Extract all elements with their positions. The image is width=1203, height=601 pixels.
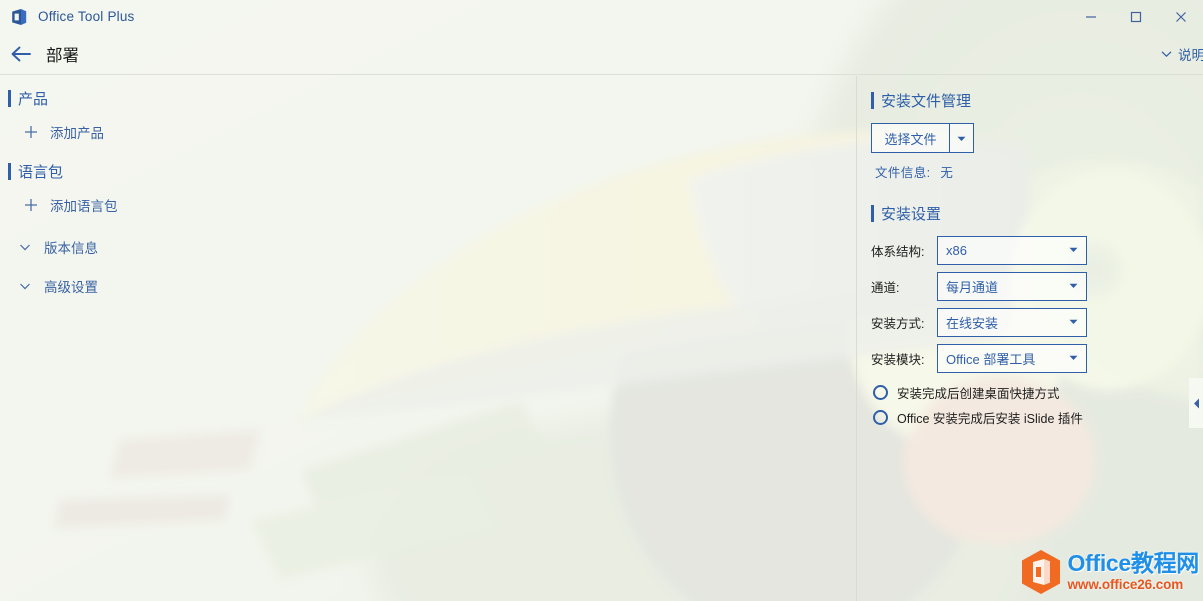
collapse-panel-tab[interactable] <box>1189 378 1203 428</box>
sidebar-item-label: 高级设置 <box>44 280 98 295</box>
chevron-down-icon <box>16 243 34 252</box>
right-pane: 安装文件管理 选择文件 文件信息: 无 安装设置 体系结构: x86 通道: 每… <box>857 76 1203 601</box>
plus-icon <box>22 198 40 212</box>
window-controls <box>1068 0 1203 33</box>
section-header-file-management: 安装文件管理 <box>871 90 1203 111</box>
arrow-left-icon <box>10 45 32 63</box>
form-row-install-module: 安装模块: Office 部署工具 <box>871 340 1203 376</box>
watermark-site-url: www.office26.com <box>1067 577 1184 593</box>
office-logo-icon <box>10 8 28 26</box>
install-mode-select[interactable]: 在线安装 <box>937 307 1087 337</box>
section-title: 安装设置 <box>881 206 942 223</box>
architecture-value: x86 <box>946 242 967 258</box>
sidebar-item-label: 版本信息 <box>44 241 98 256</box>
toggle-label: Office 安装完成后安装 iSlide 插件 <box>897 412 1083 426</box>
toggle-install-islide-addin[interactable]: Office 安装完成后安装 iSlide 插件 <box>873 405 1203 430</box>
install-module-value: Office 部署工具 <box>946 351 1036 367</box>
sidebar-item-add-language-pack[interactable]: 添加语言包 <box>0 190 856 220</box>
office-logo-icon <box>1020 549 1062 595</box>
caret-down-icon <box>1066 283 1080 289</box>
minimize-icon[interactable] <box>1068 0 1113 33</box>
file-info-value: 无 <box>940 166 954 180</box>
file-info-row: 文件信息: 无 <box>875 162 1203 181</box>
section-title: 安装文件管理 <box>881 93 972 110</box>
sidebar-item-label: 添加产品 <box>50 126 104 141</box>
install-mode-label: 安装方式: <box>871 316 925 331</box>
app-title: Office Tool Plus <box>38 9 135 24</box>
header-bar: 部署 说明 <box>0 33 1203 75</box>
accent-bar <box>8 163 11 180</box>
form-row-channel: 通道: 每月通道 <box>871 268 1203 304</box>
accent-bar <box>8 90 11 107</box>
toggle-label: 安装完成后创建桌面快捷方式 <box>897 387 1060 401</box>
choose-file-split-button[interactable]: 选择文件 <box>871 123 974 153</box>
install-module-select[interactable]: Office 部署工具 <box>937 343 1087 373</box>
sidebar-item-label: 添加语言包 <box>50 199 118 214</box>
watermark-text: Office教程网 www.office26.com <box>1067 550 1200 593</box>
caret-left-icon <box>1193 398 1200 409</box>
sidebar-item-advanced-settings[interactable]: 高级设置 <box>0 271 856 301</box>
toggle-create-desktop-shortcut[interactable]: 安装完成后创建桌面快捷方式 <box>873 380 1203 405</box>
sidebar-item-version-info[interactable]: 版本信息 <box>0 232 856 262</box>
left-pane: 产品 添加产品 语言包 添加语言包 版本信息 高级设置 <box>0 76 856 601</box>
form-row-install-mode: 安装方式: 在线安装 <box>871 304 1203 340</box>
app-window: Office Tool Plus 部署 说明 产品 添加产品 语言包 添加语言包… <box>0 0 1203 601</box>
section-header-install-settings: 安装设置 <box>871 203 1203 224</box>
watermark-site-name: Office教程网 <box>1067 550 1200 577</box>
architecture-label: 体系结构: <box>871 244 925 259</box>
channel-label: 通道: <box>871 280 900 295</box>
architecture-select[interactable]: x86 <box>937 235 1087 265</box>
sidebar-item-add-product[interactable]: 添加产品 <box>0 117 856 147</box>
chevron-down-icon <box>16 282 34 291</box>
file-info-label: 文件信息: <box>875 166 931 180</box>
channel-value: 每月通道 <box>946 279 999 295</box>
install-mode-value: 在线安装 <box>946 315 999 331</box>
caret-down-icon <box>957 129 966 147</box>
accent-bar <box>871 92 874 109</box>
choose-file-dropdown-button[interactable] <box>950 124 973 152</box>
section-header-language-packs: 语言包 <box>8 161 856 182</box>
page-title: 部署 <box>46 46 79 65</box>
maximize-icon[interactable] <box>1113 0 1158 33</box>
section-title: 语言包 <box>18 164 64 181</box>
plus-icon <box>22 125 40 139</box>
caret-down-icon <box>1066 247 1080 253</box>
caret-down-icon <box>1066 355 1080 361</box>
back-button[interactable] <box>4 39 38 69</box>
caret-down-icon <box>1066 319 1080 325</box>
chevron-down-icon <box>1161 50 1172 58</box>
section-title: 产品 <box>18 91 49 108</box>
radio-circle-icon <box>873 410 888 425</box>
title-bar: Office Tool Plus <box>0 0 1203 33</box>
channel-select[interactable]: 每月通道 <box>937 271 1087 301</box>
help-label: 说明 <box>1178 48 1203 63</box>
section-header-products: 产品 <box>8 88 856 109</box>
accent-bar <box>871 205 874 222</box>
help-link[interactable]: 说明 <box>1161 33 1203 75</box>
choose-file-button[interactable]: 选择文件 <box>872 124 950 152</box>
radio-circle-icon <box>873 385 888 400</box>
install-module-label: 安装模块: <box>871 352 925 367</box>
close-icon[interactable] <box>1158 0 1203 33</box>
watermark: Office教程网 www.office26.com <box>1020 549 1199 595</box>
form-row-architecture: 体系结构: x86 <box>871 232 1203 268</box>
